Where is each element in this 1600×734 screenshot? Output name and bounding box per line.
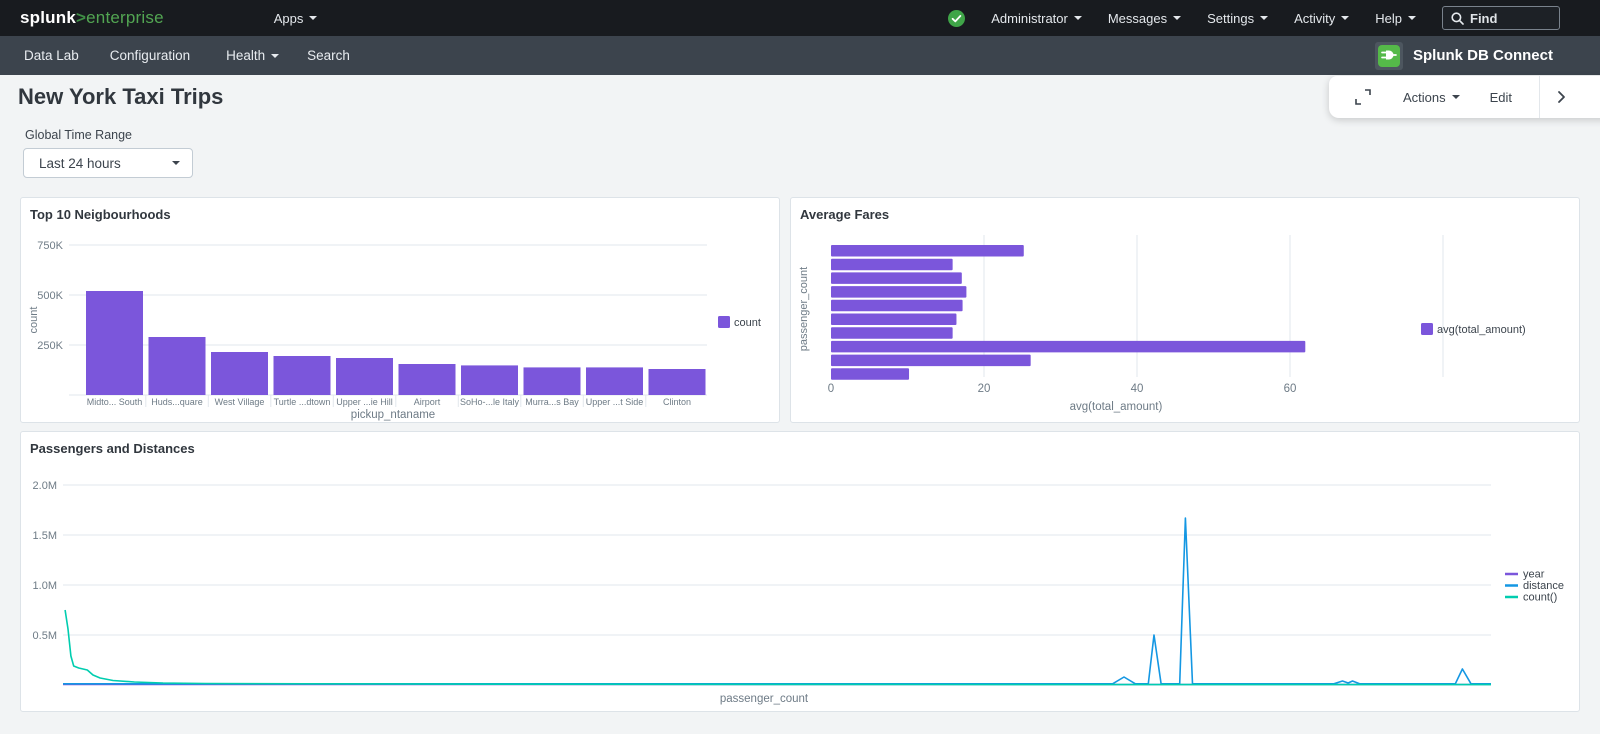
logo-separator: > (76, 8, 86, 27)
menu-apps[interactable]: Apps (274, 11, 318, 26)
svg-text:0: 0 (828, 383, 834, 395)
time-range-value: Last 24 hours (39, 156, 121, 171)
db-connect-plug-icon[interactable] (1375, 42, 1403, 70)
svg-text:count(): count() (1523, 592, 1557, 604)
appbar-item-label: Data Lab (24, 48, 79, 63)
appbar-item-label: Search (307, 48, 350, 63)
logo-product: enterprise (86, 8, 164, 27)
svg-text:West Village: West Village (215, 397, 265, 407)
svg-text:passenger_count: passenger_count (720, 693, 809, 705)
menu-activity-label: Activity (1294, 11, 1335, 26)
expand-icon[interactable] (1355, 89, 1371, 105)
svg-text:passenger_count: passenger_count (798, 267, 810, 351)
page-title: New York Taxi Trips (18, 84, 223, 110)
svg-text:Turtle ...dtown: Turtle ...dtown (274, 397, 331, 407)
menu-administrator-label: Administrator (991, 11, 1068, 26)
time-range-label: Global Time Range (25, 128, 132, 142)
svg-text:60: 60 (1284, 383, 1297, 395)
caret-down-icon (271, 54, 279, 62)
caret-down-icon (1452, 95, 1460, 103)
caret-down-icon (172, 161, 180, 169)
find-input[interactable] (1470, 11, 1550, 26)
appbar-item-search[interactable]: Search (307, 48, 350, 63)
top10-bar-chart[interactable]: 250K 500K 750K Midto... South Huds...quare We… (21, 227, 781, 423)
panel-passengers-distances: Passengers and Distances 0.5M 1.0M 1.5M 2.0… (20, 431, 1580, 712)
find-search-box[interactable] (1442, 6, 1560, 30)
svg-text:1.0M: 1.0M (33, 580, 57, 592)
panel-top10-neighbourhoods: Top 10 Neigbourhoods 250K 500K 750K Midto..… (20, 197, 780, 423)
top-navbar: splunk>enterprise Apps Administrator Mes… (0, 0, 1600, 36)
toolbar-divider (1539, 76, 1540, 118)
svg-text:Upper ...t Side: Upper ...t Side (586, 397, 644, 407)
menu-messages[interactable]: Messages (1108, 11, 1181, 26)
passengers-distances-line-chart[interactable]: 0.5M 1.0M 1.5M 2.0M passenger_count yeardista… (21, 455, 1581, 712)
appbar-item-label: Health (226, 48, 265, 63)
svg-text:1.5M: 1.5M (33, 530, 57, 542)
svg-text:SoHo-...le Italy: SoHo-...le Italy (460, 397, 520, 407)
svg-text:Airport: Airport (414, 397, 441, 407)
menu-messages-label: Messages (1108, 11, 1167, 26)
svg-text:avg(total_amount): avg(total_amount) (1070, 401, 1163, 413)
caret-down-icon (1074, 16, 1082, 24)
app-title: Splunk DB Connect (1413, 47, 1553, 64)
app-navbar: Data Lab Configuration Health Search Spl… (0, 36, 1600, 75)
menu-settings[interactable]: Settings (1207, 11, 1268, 26)
panel-average-fares: Average Fares 0 20 40 60 avg(total_amount) pa… (790, 197, 1580, 423)
svg-text:500K: 500K (37, 290, 63, 302)
actions-button[interactable]: Actions (1403, 90, 1460, 105)
svg-text:Huds...quare: Huds...quare (151, 397, 203, 407)
svg-text:Upper ...ie Hill: Upper ...ie Hill (336, 397, 393, 407)
time-range-select[interactable]: Last 24 hours (23, 148, 193, 178)
caret-down-icon (1341, 16, 1349, 24)
appbar-item-label: Configuration (110, 48, 190, 63)
dashboard-toolbar: Actions Edit (1329, 76, 1600, 118)
svg-text:count: count (734, 317, 761, 329)
svg-text:avg(total_amount): avg(total_amount) (1437, 324, 1526, 336)
chart-title: Top 10 Neigbourhoods (21, 198, 779, 222)
svg-text:pickup_ntaname: pickup_ntaname (351, 409, 435, 421)
svg-text:750K: 750K (37, 240, 63, 252)
svg-text:Murra...s Bay: Murra...s Bay (525, 397, 579, 407)
splunk-logo[interactable]: splunk>enterprise (20, 8, 164, 28)
chevron-right-icon[interactable] (1557, 90, 1566, 104)
menu-apps-label: Apps (274, 11, 304, 26)
health-check-icon[interactable] (948, 10, 965, 27)
menu-help-label: Help (1375, 11, 1402, 26)
menu-activity[interactable]: Activity (1294, 11, 1349, 26)
svg-text:0.5M: 0.5M (33, 630, 57, 642)
appbar-item-data-lab[interactable]: Data Lab (24, 48, 79, 63)
svg-text:250K: 250K (37, 340, 63, 352)
svg-text:40: 40 (1131, 383, 1144, 395)
svg-text:20: 20 (978, 383, 991, 395)
svg-text:2.0M: 2.0M (33, 480, 57, 492)
search-icon (1451, 12, 1464, 25)
appbar-item-configuration[interactable]: Configuration (110, 48, 190, 63)
menu-help[interactable]: Help (1375, 11, 1416, 26)
menu-settings-label: Settings (1207, 11, 1254, 26)
edit-button[interactable]: Edit (1490, 90, 1512, 105)
chart-title: Passengers and Distances (21, 432, 1579, 456)
svg-text:Clinton: Clinton (663, 397, 691, 407)
average-fares-bar-chart[interactable]: 0 20 40 60 avg(total_amount) passenger_counta… (791, 227, 1581, 423)
svg-text:year: year (1523, 569, 1545, 581)
svg-text:distance: distance (1523, 580, 1564, 592)
svg-text:count: count (28, 307, 40, 334)
actions-button-label: Actions (1403, 90, 1446, 105)
menu-administrator[interactable]: Administrator (991, 11, 1082, 26)
chart-title: Average Fares (791, 198, 1579, 222)
caret-down-icon (1260, 16, 1268, 24)
appbar-item-health[interactable]: Health (226, 48, 279, 63)
logo-brand: splunk (20, 8, 76, 27)
caret-down-icon (1173, 16, 1181, 24)
caret-down-icon (309, 16, 317, 24)
svg-text:Midto... South: Midto... South (87, 397, 143, 407)
caret-down-icon (1408, 16, 1416, 24)
